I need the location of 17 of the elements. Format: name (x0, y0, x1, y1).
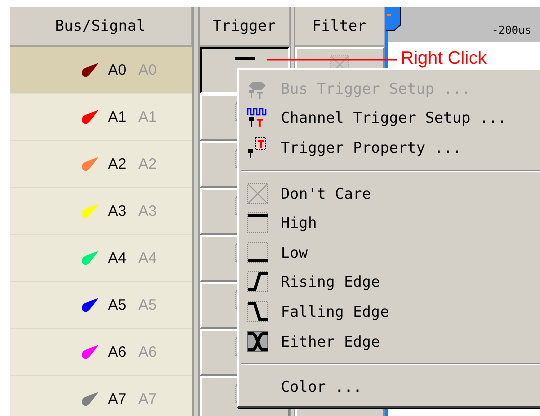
signal-alias: A5 (138, 296, 157, 314)
time-tick-label: -200us (492, 24, 532, 37)
signal-alias: A3 (138, 202, 157, 220)
signal-alias: A7 (138, 390, 157, 408)
signal-name: A7 (108, 390, 127, 408)
signal-alias: A2 (138, 156, 157, 172)
signal-alias: A4 (138, 250, 157, 266)
signal-name: A6 (108, 344, 127, 360)
signal-alias: A1 (138, 108, 157, 126)
signal-name: A0 (108, 62, 127, 78)
signal-name: A5 (108, 296, 127, 314)
signal-name: A4 (108, 250, 127, 266)
signal-name: A2 (108, 156, 127, 172)
signal-name: A3 (108, 202, 127, 220)
signal-alias: A0 (138, 62, 157, 78)
signal-name: A1 (108, 108, 127, 126)
signal-alias: A6 (138, 344, 157, 360)
